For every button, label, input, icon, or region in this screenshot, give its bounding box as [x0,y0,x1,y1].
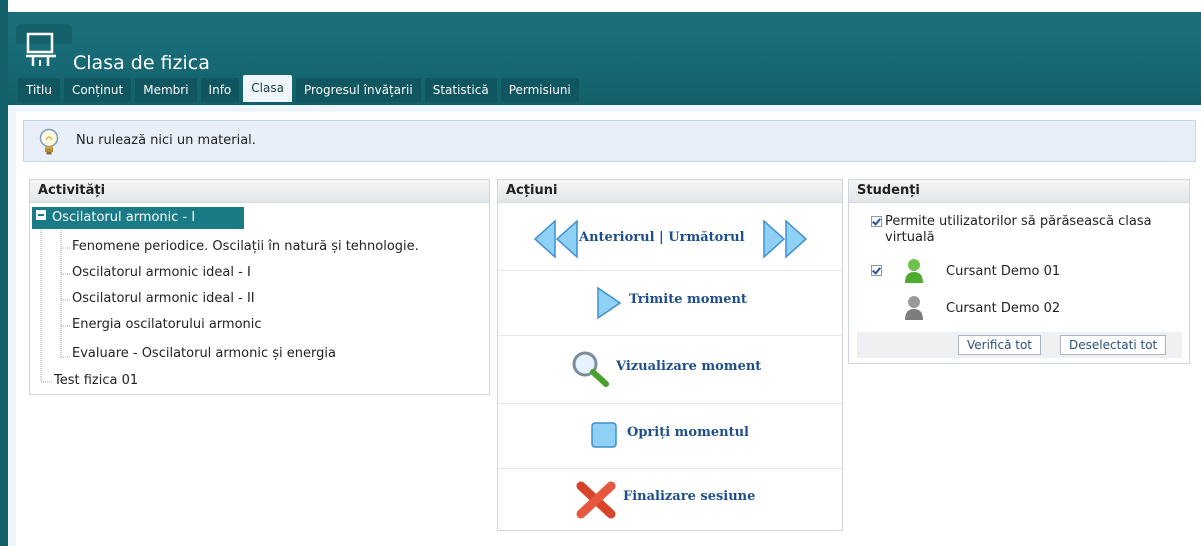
actions-header: Acțiuni [498,180,842,203]
deselect-all-button[interactable]: Deselectati tot [1060,335,1167,355]
end-session-label: Finalizare sesiune [623,489,756,504]
close-icon [576,481,616,519]
tab-continut[interactable]: Conținut [63,78,132,102]
allow-leave-label: Permite utilizatorilor să părăsească cla… [885,214,1152,245]
user-online-icon [905,259,923,283]
student-buttons-bar: Verifică tot Deselectati tot [857,332,1182,358]
tree-item[interactable]: Test fizica 01 [54,373,138,388]
activities-header: Activități [30,180,489,203]
students-header: Studenți [849,180,1189,203]
notice-text: Nu rulează nici un material. [76,133,256,148]
student-name: Cursant Demo 02 [946,301,1061,316]
tree-item[interactable]: Oscilatorul armonic ideal - I [72,265,251,280]
tree-item[interactable]: Oscilatorul armonic ideal - II [72,291,255,306]
tab-titlu[interactable]: Titlu [18,78,60,102]
stop-moment-button[interactable]: Opriți momentul [498,403,842,469]
send-moment-button[interactable]: Trimite moment [498,270,842,336]
previous-icon[interactable] [533,219,579,259]
allow-leave-checkbox[interactable] [871,216,882,227]
tree-item[interactable]: Evaluare - Oscilatorul armonic și energi… [72,346,336,361]
collapse-icon[interactable] [36,210,46,220]
tab-statistica[interactable]: Statistică [424,78,497,102]
tree-item[interactable]: Fenomene periodice. Oscilații în natură … [72,239,419,254]
check-all-button[interactable]: Verifică tot [958,335,1042,355]
tab-clasa[interactable]: Clasa [243,75,292,102]
view-moment-button[interactable]: Vizualizare moment [498,335,842,404]
tab-bar: Titlu Conținut Membri Info Clasa Progres… [18,75,583,102]
stop-icon [591,422,617,448]
magnifier-icon [572,351,609,387]
play-icon [597,286,622,320]
lightbulb-icon [39,128,59,155]
next-icon[interactable] [762,219,808,259]
app-window: Clasa de fizica Titlu Conținut Membri In… [0,0,1201,546]
actions-panel: Acțiuni Anteriorul | Următorul Trimite m… [497,179,843,531]
students-panel: Studenți Permite utilizatorilor să părăs… [848,179,1190,364]
tree-item[interactable]: Energia oscilatorului armonic [72,317,262,332]
send-moment-label: Trimite moment [629,292,747,307]
activities-panel: Activități Oscilatorul armonic - I Fenom… [29,179,490,395]
status-notice: Nu rulează nici un material. [23,120,1196,162]
page-title: Clasa de fizica [73,52,210,74]
prev-next-label[interactable]: Anteriorul | Următorul [579,230,745,245]
end-session-button[interactable]: Finalizare sesiune [498,468,842,530]
tab-membri[interactable]: Membri [135,78,197,102]
user-offline-icon [905,296,923,320]
tree-item-selected[interactable]: Oscilatorul armonic - I [32,207,244,229]
classroom-icon [26,32,56,66]
student-checkbox[interactable] [871,265,882,276]
tab-info[interactable]: Info [200,78,240,102]
tab-permisiuni[interactable]: Permisiuni [500,78,579,102]
prev-next-row: Anteriorul | Următorul [498,203,842,271]
student-name: Cursant Demo 01 [946,264,1061,279]
stop-moment-label: Opriți momentul [627,425,749,440]
view-moment-label: Vizualizare moment [616,359,762,374]
tab-progresul[interactable]: Progresul învățarii [295,78,421,102]
